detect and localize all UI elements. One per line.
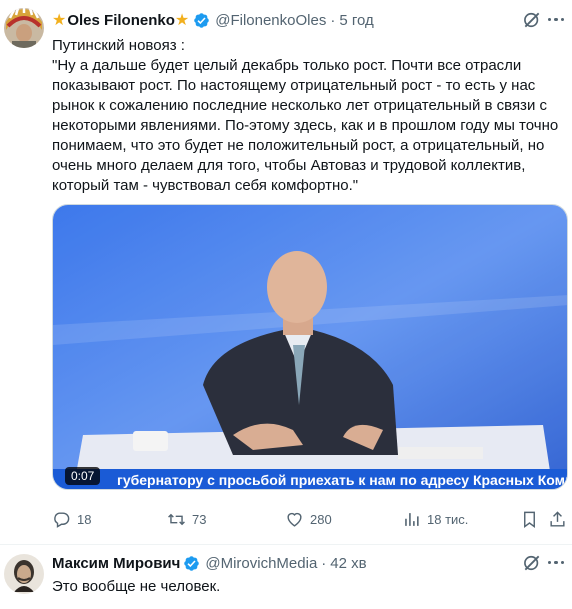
tweet-text-line: "Ну а дальше будет целый декабрь только … bbox=[52, 57, 559, 194]
reply-header: Максим Мирович @MirovichMedia · 42 хв bbox=[52, 553, 367, 573]
reply-icon bbox=[54, 511, 70, 528]
timestamp[interactable]: 5 год bbox=[339, 12, 373, 29]
repost-count: 73 bbox=[192, 511, 207, 527]
views-icon bbox=[405, 512, 419, 526]
video-ticker: губернатору с просьбой приехать к нам по… bbox=[53, 469, 567, 489]
like-icon bbox=[287, 512, 302, 527]
avatar-image bbox=[4, 8, 44, 48]
more-icon[interactable] bbox=[548, 561, 566, 567]
tweet: ★ Oles Filonenko ★ @FilonenkoOles · 5 го… bbox=[0, 0, 572, 545]
author-handle[interactable]: @MirovichMedia bbox=[205, 555, 317, 572]
grok-icon[interactable] bbox=[522, 10, 542, 30]
reply-tweet: Максим Мирович @MirovichMedia · 42 хв Эт… bbox=[0, 546, 572, 609]
views-count: 18 тис. bbox=[427, 511, 469, 527]
share-button[interactable] bbox=[548, 506, 567, 532]
star-icon: ★ bbox=[174, 12, 190, 29]
separator-dot: · bbox=[321, 554, 327, 572]
reply-count: 18 bbox=[77, 511, 92, 527]
repost-icon bbox=[168, 513, 185, 525]
video-frame bbox=[53, 205, 567, 489]
views-button[interactable]: 18 тис. bbox=[402, 506, 468, 532]
more-icon[interactable] bbox=[548, 18, 566, 24]
reply-text: Это вообще не человек. bbox=[52, 578, 221, 595]
avatar[interactable] bbox=[4, 8, 44, 48]
bookmark-icon bbox=[524, 511, 535, 528]
video-duration: 0:07 bbox=[65, 467, 101, 485]
avatar[interactable] bbox=[4, 554, 44, 594]
separator-dot: · bbox=[330, 11, 336, 29]
timestamp[interactable]: 42 хв bbox=[330, 555, 366, 572]
author-name[interactable]: Максим Мирович bbox=[52, 555, 180, 572]
like-button[interactable]: 280 bbox=[285, 506, 332, 532]
verified-badge-icon bbox=[184, 555, 200, 571]
reply-button[interactable]: 18 bbox=[52, 506, 91, 532]
author-name[interactable]: Oles Filonenko bbox=[67, 12, 175, 29]
video-player[interactable]: губернатору с просьбой приехать к нам по… bbox=[52, 204, 568, 490]
repost-button[interactable]: 73 bbox=[167, 506, 206, 532]
star-icon: ★ bbox=[52, 12, 67, 29]
bookmark-button[interactable] bbox=[520, 506, 539, 532]
author-name-group[interactable]: ★ Oles Filonenko ★ bbox=[52, 10, 190, 30]
verified-badge-icon bbox=[194, 12, 209, 28]
tweet-text: Путинский новояз : "Ну а дальше будет це… bbox=[52, 36, 568, 196]
tweet-header: ★ Oles Filonenko ★ @FilonenkoOles · 5 го… bbox=[52, 10, 374, 30]
avatar-image bbox=[4, 554, 44, 594]
share-icon bbox=[550, 510, 565, 527]
grok-icon[interactable] bbox=[522, 553, 542, 573]
action-bar: 18 73 280 18 тис. bbox=[52, 506, 568, 532]
tweet-text-line: Путинский новояз : bbox=[52, 37, 185, 54]
author-handle[interactable]: @FilonenkoOles bbox=[215, 12, 326, 29]
like-count: 280 bbox=[310, 511, 332, 527]
